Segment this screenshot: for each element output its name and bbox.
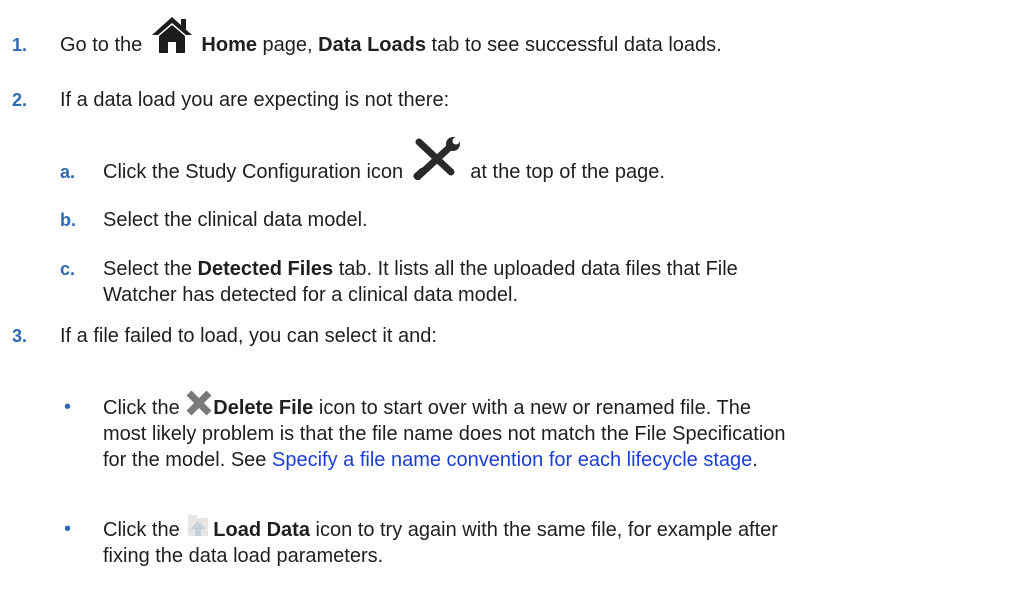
step-3-marker: 3. bbox=[12, 326, 28, 346]
step-2c-marker: c. bbox=[60, 259, 76, 279]
step-1-marker: 1. bbox=[12, 35, 28, 55]
bullet-delete-marker: • bbox=[64, 396, 72, 418]
bullet-load-line2: fixing the data load parameters. bbox=[103, 545, 384, 567]
detected-files-label: Detected Files bbox=[197, 258, 334, 280]
bullet-delete-line3-pre: for the model. See bbox=[103, 449, 267, 471]
step-2a-post: at the top of the page. bbox=[470, 161, 665, 183]
step-1-pre: Go to the bbox=[60, 34, 143, 56]
step-2a-marker: a. bbox=[60, 162, 76, 182]
step-2-marker: 2. bbox=[12, 90, 28, 110]
study-configuration-icon[interactable] bbox=[411, 136, 461, 181]
step-2c-post: tab. It lists all the uploaded data file… bbox=[338, 258, 738, 280]
bullet-delete-text: Click the Delete File icon to start over… bbox=[103, 390, 751, 421]
bullet-load-text: Click the Load Data icon to try again wi… bbox=[103, 514, 778, 543]
delete-file-icon[interactable] bbox=[185, 390, 213, 416]
home-icon[interactable] bbox=[150, 15, 194, 55]
step-2a-text: Click the Study Configuration icon at th… bbox=[103, 136, 665, 185]
step-2c-text: Select the Detected Files tab. It lists … bbox=[103, 257, 738, 282]
step-1-text: Go to the Home page, Data Loads tab to s… bbox=[60, 16, 722, 58]
step-2a-pre: Click the Study Configuration icon bbox=[103, 161, 404, 183]
file-name-convention-link[interactable]: Specify a file name convention for each … bbox=[272, 449, 752, 471]
bullet-delete-line3-post: . bbox=[752, 449, 758, 471]
bullet-load-pre: Click the bbox=[103, 519, 180, 541]
step-2b-marker: b. bbox=[60, 210, 76, 230]
load-data-label: Load Data bbox=[213, 519, 310, 541]
bullet-delete-pre: Click the bbox=[103, 397, 180, 419]
step-2c-line2: Watcher has detected for a clinical data… bbox=[103, 284, 519, 306]
bullet-delete-line3: for the model. See Specify a file name c… bbox=[103, 448, 758, 473]
step-2-text: If a data load you are expecting is not … bbox=[60, 89, 450, 111]
bullet-delete-line2: most likely problem is that the file nam… bbox=[103, 423, 786, 445]
step-1-post: tab to see successful data loads. bbox=[431, 34, 722, 56]
step-1-mid: page, bbox=[262, 34, 313, 56]
home-label: Home bbox=[201, 34, 257, 56]
bullet-load-marker: • bbox=[64, 518, 72, 540]
step-2c-pre: Select the bbox=[103, 258, 192, 280]
bullet-load-post: icon to try again with the same file, fo… bbox=[315, 519, 778, 541]
step-3-text: If a file failed to load, you can select… bbox=[60, 325, 437, 347]
load-data-icon[interactable] bbox=[185, 512, 213, 538]
delete-file-label: Delete File bbox=[213, 397, 314, 419]
step-2b-text: Select the clinical data model. bbox=[103, 209, 368, 231]
data-loads-label: Data Loads bbox=[318, 34, 426, 56]
bullet-delete-post: icon to start over with a new or renamed… bbox=[318, 397, 751, 419]
